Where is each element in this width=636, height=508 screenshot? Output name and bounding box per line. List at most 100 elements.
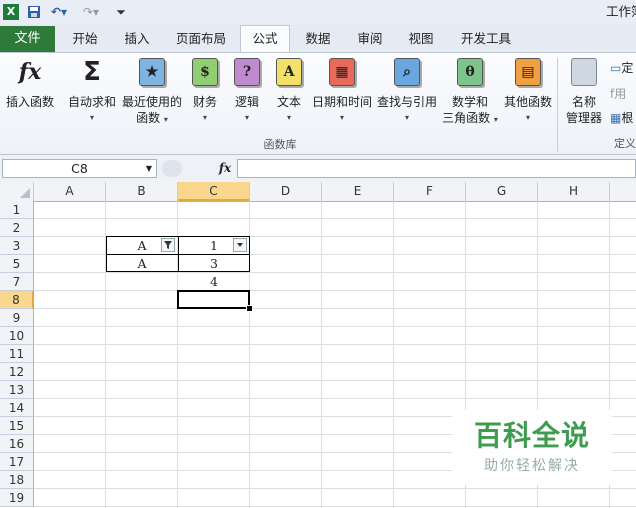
autosum-button[interactable]: Σ 自动求和 ▾ [64,58,120,124]
tab-home[interactable]: 开始 [64,28,106,50]
name-box[interactable]: C8 ▼ [2,159,157,178]
text-label: 文本 [276,95,301,109]
gridline [34,290,636,291]
date-time-button[interactable]: ▦ 日期和时间 ▾ [310,58,374,124]
sigma-icon: Σ [83,57,101,87]
column-header-b[interactable]: B [106,182,178,201]
column-header-d[interactable]: D [250,182,322,201]
column-header-e[interactable]: E [322,182,394,201]
tab-formulas[interactable]: 公式 [242,28,288,50]
more-functions-button[interactable]: ▤ 其他函数 ▾ [502,58,554,124]
create-from-selection-button[interactable]: ▦根 [610,110,636,126]
filter-dropdown-icon[interactable] [233,238,247,252]
row-header[interactable]: 15 [0,417,34,435]
watermark-title: 百科全说 [473,419,590,452]
cell-c7[interactable]: 4 [178,273,250,291]
more-functions-label: 其他函数 [503,95,552,109]
text-book-icon: A [276,58,302,86]
filter-icon[interactable] [161,238,175,252]
logical-book-icon: ? [234,58,260,86]
define-name-button[interactable]: ▭定 [610,60,636,76]
use-in-formula-label: 用 [614,87,627,101]
row-header[interactable]: 14 [0,399,34,417]
column-header-f[interactable]: F [394,182,466,201]
row-header[interactable]: 5 [0,255,34,273]
tab-developer[interactable]: 开发工具 [454,28,518,50]
math-book-icon: θ [457,58,483,86]
row-header[interactable]: 7 [0,273,34,291]
row-header[interactable]: 16 [0,435,34,453]
row-header[interactable]: 17 [0,453,34,471]
row-header[interactable]: 8 [0,291,34,309]
column-header-a[interactable]: A [34,182,106,201]
date-time-label: 日期和时间 [311,95,372,109]
recent-label-2: 函数 [136,111,161,125]
cell-c5[interactable]: 3 [178,255,250,273]
row-header[interactable]: 9 [0,309,34,327]
row-header[interactable]: 10 [0,327,34,345]
logical-button[interactable]: ? 逻辑 ▾ [230,58,264,124]
tab-review[interactable]: 审阅 [350,28,390,50]
text-button[interactable]: A 文本 ▾ [272,58,306,124]
row-header[interactable]: 3 [0,237,34,255]
row-header[interactable]: 12 [0,363,34,381]
financial-button[interactable]: $ 财务 ▾ [188,58,222,124]
redo-icon[interactable]: ↷▾ [80,3,102,21]
customize-toolbar-icon[interactable]: ⏷ [114,3,128,21]
formula-bar-resize-handle[interactable] [162,160,182,177]
tab-view[interactable]: 视图 [401,28,441,50]
tab-insert[interactable]: 插入 [116,28,158,50]
tab-file[interactable]: 文件 [0,26,55,52]
group-separator [557,58,558,152]
gridline [34,380,636,381]
name-manager-label-2: 管理器 [565,111,602,125]
selected-cell-c8[interactable] [177,290,250,309]
name-manager-icon [571,58,597,86]
recent-book-icon: ★ [139,58,165,86]
tab-page-layout[interactable]: 页面布局 [170,28,232,50]
lookup-reference-button[interactable]: ⌕ 查找与引用 ▾ [376,58,438,124]
row-header[interactable]: 13 [0,381,34,399]
fill-handle[interactable] [246,305,253,312]
insert-function-button[interactable]: fx 插入函数 [2,58,58,118]
formula-input[interactable] [237,159,636,178]
define-name-label: 定 [621,61,634,75]
gridline [34,398,636,399]
row-header[interactable]: 18 [0,471,34,489]
column-header-c[interactable]: C [178,182,250,201]
row-header[interactable]: 2 [0,219,34,237]
recent-label-1: 最近使用的 [121,95,182,109]
recently-used-button[interactable]: ★ 最近使用的 函数 ▾ [120,58,184,125]
select-all-corner[interactable] [0,182,34,201]
row-header[interactable]: 11 [0,345,34,363]
column-header-h[interactable]: H [538,182,610,201]
cell-b5[interactable]: A [106,255,178,273]
fx-icon: fx [18,59,42,85]
column-header-g[interactable]: G [466,182,538,201]
name-box-dropdown-icon[interactable]: ▼ [146,160,152,177]
redo-glyph: ↷ [82,5,94,19]
row-header[interactable]: 1 [0,201,34,219]
gridline [34,326,636,327]
column-header-i[interactable] [610,182,636,201]
name-manager-button[interactable]: 名称 管理器 [562,58,606,125]
autosum-label: 自动求和 [67,95,116,109]
window-title: 工作簿 [606,4,636,19]
use-in-formula-button[interactable]: f用 [610,86,636,102]
gridline [393,201,394,508]
row-header[interactable]: 19 [0,489,34,507]
save-icon[interactable] [26,3,42,21]
logical-label: 逻辑 [234,95,259,109]
gridline [34,488,636,489]
name-box-value: C8 [71,161,88,176]
gridline [34,308,636,309]
create-from-selection-label: 根 [621,111,634,125]
insert-function-fx-icon[interactable]: fx [216,158,234,178]
gridline [34,218,636,219]
undo-icon[interactable]: ↶▾ [48,3,70,21]
gridline [34,362,636,363]
math-label-1: 数学和 [451,95,488,109]
more-functions-book-icon: ▤ [515,58,541,86]
tab-data[interactable]: 数据 [298,28,338,50]
math-trig-button[interactable]: θ 数学和 三角函数 ▾ [440,58,500,125]
